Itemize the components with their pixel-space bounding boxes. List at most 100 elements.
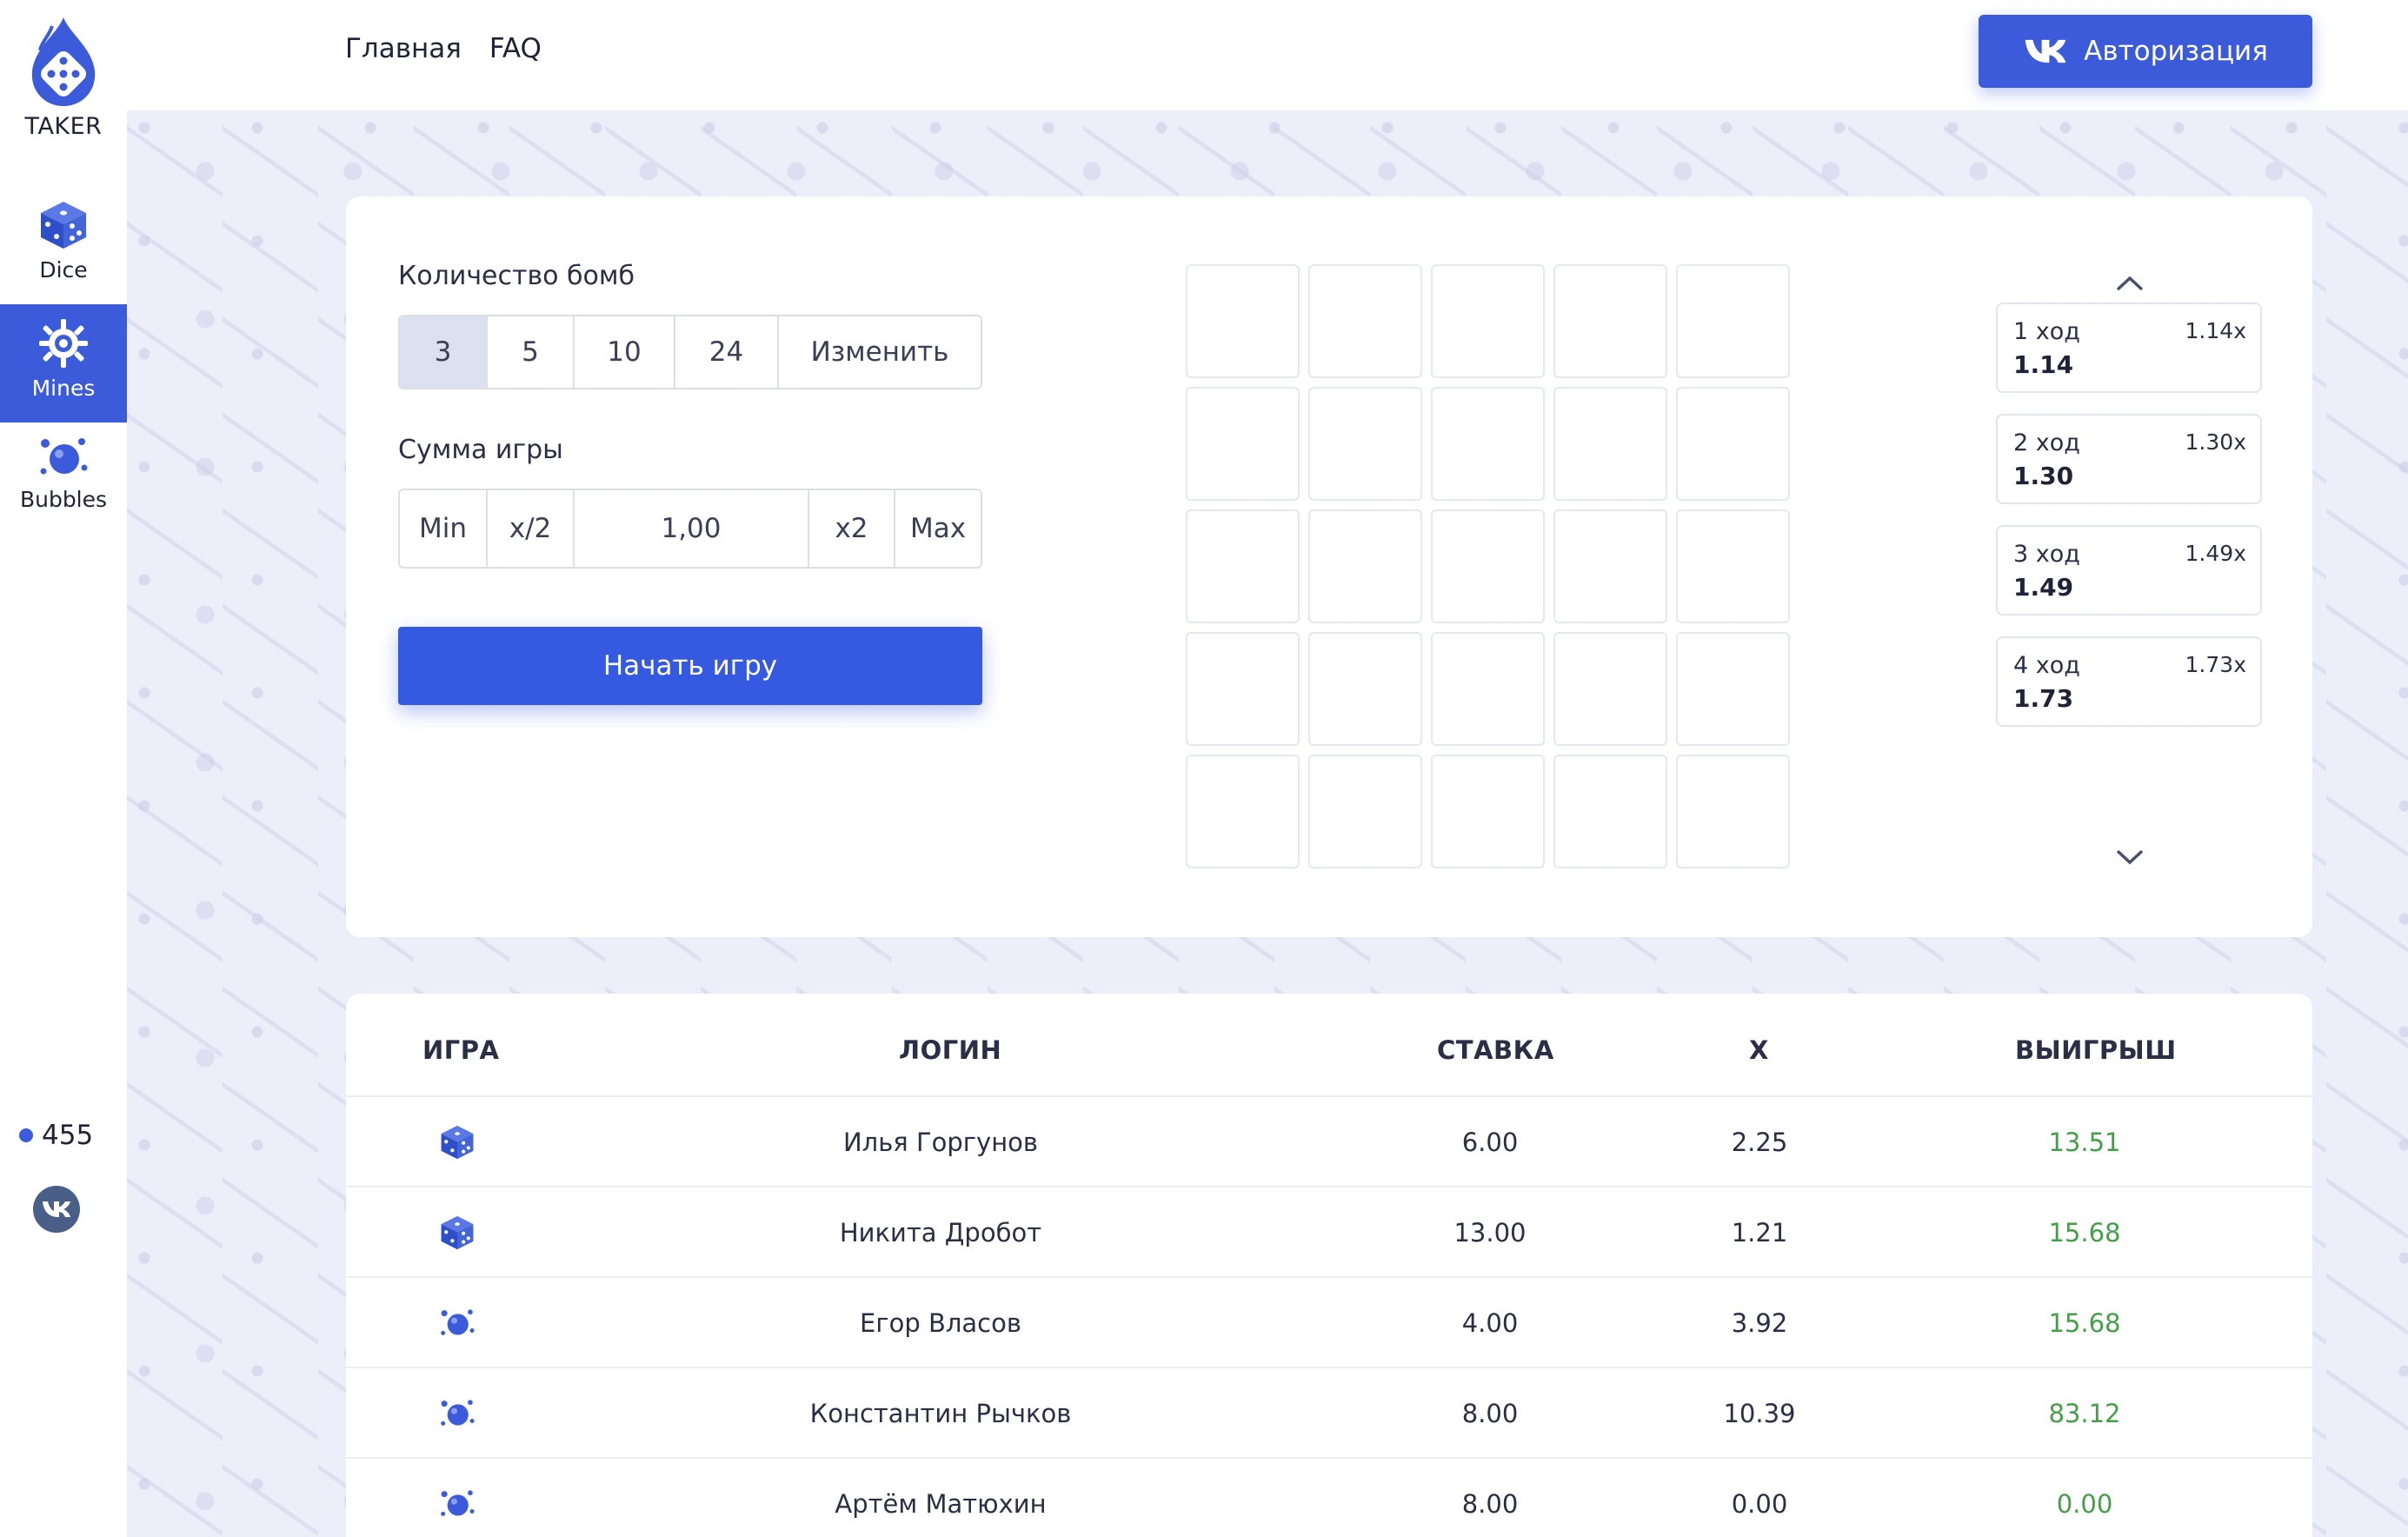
bubbles-icon xyxy=(438,1278,476,1368)
mine-cell[interactable] xyxy=(1186,387,1300,501)
step-card[interactable]: 2 ход 1.30 1.30x xyxy=(1996,414,2262,504)
row-bet: 6.00 xyxy=(1461,1128,1519,1157)
row-multiplier: 3.92 xyxy=(1731,1308,1788,1338)
bombs-option-3[interactable]: 3 xyxy=(400,316,488,388)
nav-link-home[interactable]: Главная xyxy=(345,33,462,64)
step-card[interactable]: 4 ход 1.73 1.73x xyxy=(1996,636,2262,727)
mines-grid xyxy=(1186,264,1791,869)
nav-link-faq[interactable]: FAQ xyxy=(489,33,542,64)
mine-cell[interactable] xyxy=(1553,509,1667,623)
row-login[interactable]: Константин Рычков xyxy=(749,1368,1132,1459)
mine-cell[interactable] xyxy=(1676,509,1790,623)
mine-cell[interactable] xyxy=(1186,264,1300,378)
row-bet: 8.00 xyxy=(1461,1489,1519,1519)
sidebar-item-label: Bubbles xyxy=(19,487,108,512)
column-header-bet: СТАВКА xyxy=(1437,1035,1554,1065)
step-card[interactable]: 1 ход 1.14 1.14x xyxy=(1996,303,2262,393)
row-login[interactable]: Илья Горгунов xyxy=(749,1097,1132,1188)
row-bet: 13.00 xyxy=(1453,1218,1527,1248)
row-multiplier: 0.00 xyxy=(1731,1489,1788,1519)
table-row: Илья Горгунов 6.00 2.25 13.51 xyxy=(346,1097,2312,1188)
mine-cell[interactable] xyxy=(1676,387,1790,501)
mine-cell[interactable] xyxy=(1186,632,1300,746)
bombs-option-5[interactable]: 5 xyxy=(488,316,575,388)
mine-cell[interactable] xyxy=(1676,755,1790,868)
bombs-count-selector: 3 5 10 24 Изменить xyxy=(398,315,982,389)
bombs-change-button[interactable]: Изменить xyxy=(779,316,981,388)
column-header-x: X xyxy=(1749,1035,1769,1065)
mine-cell[interactable] xyxy=(1186,755,1300,868)
step-multiplier: 1.30x xyxy=(2185,429,2246,455)
bombs-option-10[interactable]: 10 xyxy=(575,316,675,388)
auth-button-label: Авторизация xyxy=(2084,36,2268,67)
row-multiplier: 10.39 xyxy=(1723,1399,1796,1428)
mine-cell[interactable] xyxy=(1186,509,1300,623)
step-card[interactable]: 3 ход 1.49 1.49x xyxy=(1996,525,2262,615)
amount-controls: Min x/2 1,00 x2 Max xyxy=(398,489,982,569)
mine-cell[interactable] xyxy=(1431,632,1545,746)
online-count: 455 xyxy=(42,1120,94,1151)
amount-double-button[interactable]: x2 xyxy=(809,490,895,567)
bubbles-icon xyxy=(438,1459,476,1537)
mine-cell[interactable] xyxy=(1676,264,1790,378)
row-login[interactable]: Никита Дробот xyxy=(749,1188,1132,1278)
online-counter: 455 xyxy=(19,1120,93,1151)
step-value: 1.14 xyxy=(2013,350,2074,379)
mine-cell[interactable] xyxy=(1553,632,1667,746)
step-value: 1.73 xyxy=(2013,684,2074,713)
sidebar-item-dice[interactable]: Dice xyxy=(0,190,127,308)
row-win: 15.68 xyxy=(2048,1218,2121,1248)
chevron-down-icon xyxy=(2116,849,2144,865)
column-header-win: ВЫИГРЫШ xyxy=(2015,1035,2177,1065)
vk-icon xyxy=(43,1201,70,1217)
table-row: Егор Власов 4.00 3.92 15.68 xyxy=(346,1278,2312,1368)
steps-scroll-up-button[interactable] xyxy=(2112,273,2147,294)
row-login[interactable]: Артём Матюхин xyxy=(749,1459,1132,1537)
top-nav: Главная FAQ xyxy=(345,33,542,64)
row-login[interactable]: Егор Власов xyxy=(749,1278,1132,1368)
bombs-option-24[interactable]: 24 xyxy=(675,316,779,388)
table-row: Артём Матюхин 8.00 0.00 0.00 xyxy=(346,1459,2312,1537)
sidebar-item-mines[interactable]: Mines xyxy=(0,304,127,423)
logo[interactable]: TAKER xyxy=(0,16,127,140)
row-win: 83.12 xyxy=(2048,1399,2121,1428)
sidebar-item-label: Dice xyxy=(39,257,88,283)
amount-max-button[interactable]: Max xyxy=(895,490,981,567)
dice-icon xyxy=(41,202,86,249)
mine-cell[interactable] xyxy=(1431,509,1545,623)
bombs-count-label: Количество бомб xyxy=(398,261,635,291)
mine-cell[interactable] xyxy=(1308,264,1422,378)
row-multiplier: 1.21 xyxy=(1731,1218,1788,1248)
table-row: Никита Дробот 13.00 1.21 15.68 xyxy=(346,1188,2312,1278)
mine-cell[interactable] xyxy=(1431,387,1545,501)
step-value: 1.30 xyxy=(2013,462,2074,490)
mine-cell[interactable] xyxy=(1308,755,1422,868)
mine-cell[interactable] xyxy=(1431,755,1545,868)
mine-cell[interactable] xyxy=(1308,387,1422,501)
amount-min-button[interactable]: Min xyxy=(400,490,488,567)
amount-half-button[interactable]: x/2 xyxy=(488,490,575,567)
sidebar-item-bubbles[interactable]: Bubbles xyxy=(0,426,127,544)
mine-cell[interactable] xyxy=(1553,387,1667,501)
mine-cell[interactable] xyxy=(1553,264,1667,378)
mine-cell[interactable] xyxy=(1431,264,1545,378)
table-row: Константин Рычков 8.00 10.39 83.12 xyxy=(346,1368,2312,1459)
mine-cell[interactable] xyxy=(1676,632,1790,746)
row-win: 13.51 xyxy=(2048,1128,2121,1157)
bubbles-icon xyxy=(438,1368,476,1459)
row-bet: 4.00 xyxy=(1461,1308,1519,1338)
start-game-button[interactable]: Начать игру xyxy=(398,627,982,705)
vk-link-button[interactable] xyxy=(33,1186,80,1233)
mine-cell[interactable] xyxy=(1308,632,1422,746)
steps-scroll-down-button[interactable] xyxy=(2112,847,2147,868)
top-header: Главная FAQ Авторизация xyxy=(127,0,2408,110)
mine-cell[interactable] xyxy=(1308,509,1422,623)
logo-text: TAKER xyxy=(24,113,103,140)
amount-input[interactable]: 1,00 xyxy=(575,490,809,567)
sidebar: TAKER Dice Mines Bubbles 455 xyxy=(0,0,127,1537)
auth-button[interactable]: Авторизация xyxy=(1979,15,2312,88)
column-header-login: ЛОГИН xyxy=(899,1035,1002,1065)
mine-cell[interactable] xyxy=(1553,755,1667,868)
online-dot-icon xyxy=(19,1128,33,1142)
row-multiplier: 2.25 xyxy=(1731,1128,1788,1157)
